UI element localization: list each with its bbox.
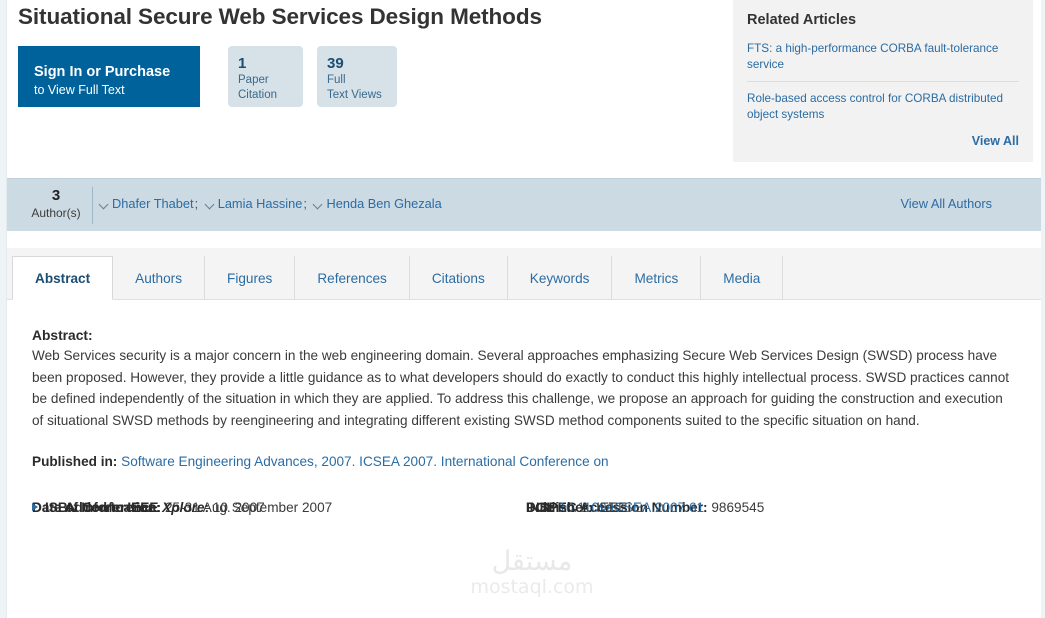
chevron-down-icon[interactable] <box>314 200 323 209</box>
author-entry-1: Dhafer Thabet; <box>100 196 206 211</box>
related-articles-view-all-link[interactable]: View All <box>972 134 1019 148</box>
related-article-link-2[interactable]: Role-based access control for CORBA dist… <box>747 91 1019 122</box>
right-edge-rail <box>1041 0 1045 618</box>
page-title: Situational Secure Web Services Design M… <box>18 4 542 29</box>
full-text-views-label-2: Text Views <box>327 88 382 101</box>
author-separator-1: ; <box>194 196 199 211</box>
abstract-heading: Abstract: <box>32 328 93 343</box>
authors-vertical-divider <box>92 187 93 224</box>
paper-citation-label-1: Paper <box>238 74 269 86</box>
author-count-label: Author(s) <box>31 206 81 220</box>
paper-citation-count: 1 <box>238 55 247 72</box>
publisher-value: IEEE <box>596 500 628 515</box>
abstract-panel: Abstract: Web Services security is a maj… <box>0 300 1045 608</box>
document-metadata-grid: Date of Conference: 25-31 Aug. 2007 Date… <box>32 498 1022 608</box>
tab-abstract[interactable]: Abstract <box>12 256 114 300</box>
metadata-publisher: Publisher: IEEE <box>526 498 627 517</box>
tab-authors[interactable]: Authors <box>113 256 206 300</box>
author-separator-2: ; <box>303 196 307 211</box>
author-entry-2: Lamia Hassine; <box>206 196 315 211</box>
authors-list: Dhafer Thabet; Lamia Hassine; Henda Ben … <box>100 196 442 211</box>
related-articles-divider <box>747 81 1019 82</box>
tab-references[interactable]: References <box>295 256 410 300</box>
sign-in-button-label-primary: Sign In or Purchase <box>34 64 171 80</box>
view-all-authors-link[interactable]: View All Authors <box>900 196 992 211</box>
document-tabs: Abstract Authors Figures References Cita… <box>12 256 784 300</box>
date-added-value: 10 September 2007 <box>212 500 333 515</box>
full-text-views-label-1: Full <box>327 74 346 86</box>
published-in-row: Published in: Software Engineering Advan… <box>32 452 1019 472</box>
chevron-down-icon[interactable] <box>100 200 109 209</box>
abstract-body: Web Services security is a major concern… <box>32 348 1010 428</box>
related-articles-title: Related Articles <box>747 12 857 28</box>
inspec-value: 9869545 <box>711 500 765 515</box>
author-count-number: 3 <box>51 187 61 204</box>
full-text-views-count: 39 <box>327 55 344 72</box>
author-count-block: 3 Author(s) <box>27 187 85 221</box>
left-edge-rail <box>0 0 7 618</box>
date-added-label-post: : <box>204 500 210 515</box>
tab-keywords[interactable]: Keywords <box>508 256 613 300</box>
author-link-lamia-hassine[interactable]: Lamia Hassine <box>218 196 303 211</box>
published-in-venue-link[interactable]: Software Engineering Advances, 2007. ICS… <box>121 454 608 469</box>
author-entry-3: Henda Ben Ghezala <box>314 196 441 211</box>
metric-paper-citation[interactable]: 1 Paper Citation <box>228 46 303 107</box>
metadata-isbn-information[interactable]: ISBN Information: <box>32 498 161 517</box>
author-link-henda-ben-ghezala[interactable]: Henda Ben Ghezala <box>326 196 441 211</box>
isbn-information-label: ISBN Information: <box>45 500 161 515</box>
published-in-label: Published in: <box>32 454 118 469</box>
tab-metrics[interactable]: Metrics <box>612 256 702 300</box>
tab-figures[interactable]: Figures <box>205 256 296 300</box>
related-articles-panel: Related Articles FTS: a high-performance… <box>733 0 1033 162</box>
authors-bar: 3 Author(s) Dhafer Thabet; Lamia Hassine… <box>0 178 1045 231</box>
tab-media[interactable]: Media <box>701 256 784 300</box>
author-link-dhafer-thabet[interactable]: Dhafer Thabet <box>112 196 194 211</box>
triangle-right-icon <box>32 503 38 511</box>
document-header: Situational Secure Web Services Design M… <box>0 0 1045 168</box>
sign-in-button-label-secondary: to View Full Text <box>34 83 125 97</box>
paper-citation-label-2: Citation <box>238 88 277 101</box>
sign-in-or-purchase-button[interactable]: Sign In or Purchase to View Full Text <box>18 46 200 107</box>
document-page: Situational Secure Web Services Design M… <box>0 0 1045 618</box>
publisher-label: Publisher: <box>526 500 593 515</box>
related-article-link-1[interactable]: FTS: a high-performance CORBA fault-tole… <box>747 41 1019 72</box>
metric-full-text-views[interactable]: 39 Full Text Views <box>317 46 397 107</box>
tab-citations[interactable]: Citations <box>410 256 508 300</box>
chevron-down-icon[interactable] <box>206 200 215 209</box>
xplore-wordmark: Xplore <box>162 500 205 515</box>
